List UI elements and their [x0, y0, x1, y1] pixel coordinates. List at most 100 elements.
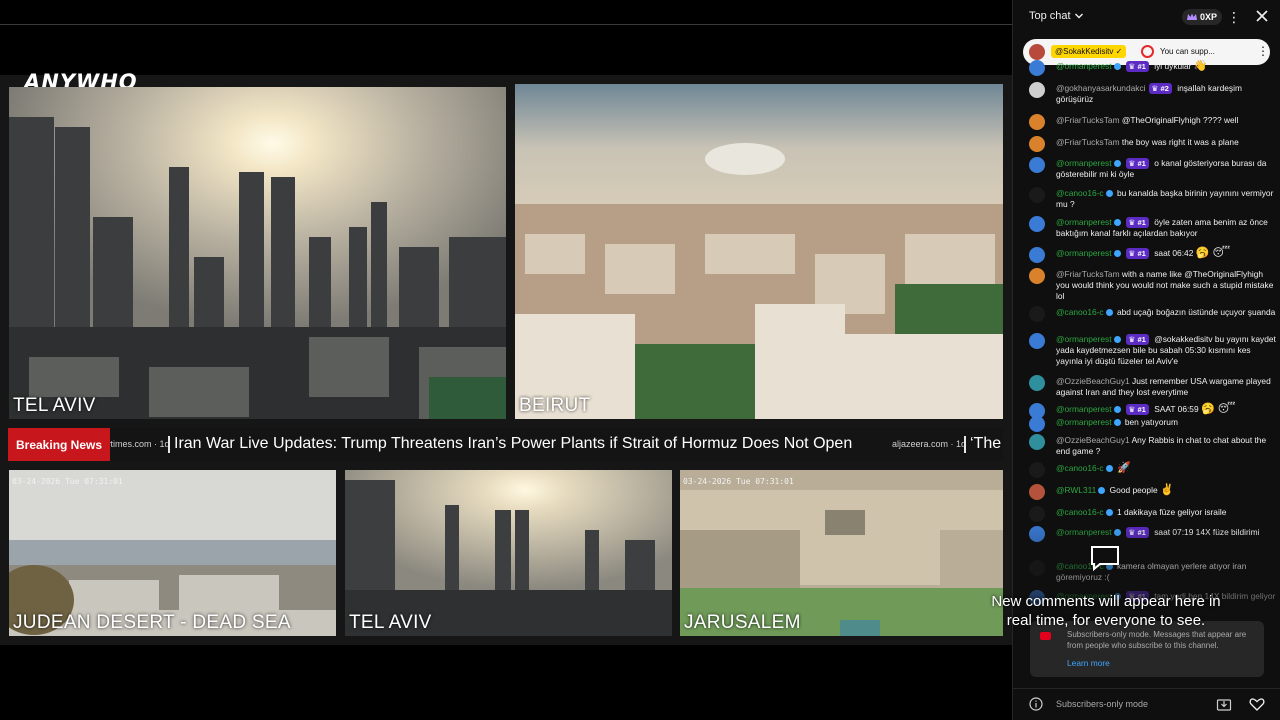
message-body: @canoo16-c 1 dakikaya füze geliyor israi… — [1056, 507, 1276, 518]
chat-input-placeholder: Subscribers-only mode — [1056, 699, 1149, 709]
member-badge-icon — [1113, 160, 1121, 168]
member-badge-icon — [1113, 336, 1121, 344]
notice-text: Subscribers-only mode. Messages that app… — [1067, 630, 1247, 650]
message-body: @canoo16-c abd uçağı boğazın üstünde uçu… — [1056, 307, 1276, 318]
avatar[interactable] — [1029, 187, 1045, 203]
chat-text: iyi uykular — [1154, 61, 1192, 71]
message-body: @ormanperest ♛ #1 SAAT 06:59 🥱 😴 — [1056, 404, 1276, 415]
close-icon[interactable] — [1253, 7, 1271, 25]
camera-feed-jerusalem: 03-24-2026 Tue 07:31:01 JARUSALEM — [680, 470, 1003, 636]
chat-username[interactable]: @FriarTucksTam — [1056, 137, 1120, 147]
download-icon[interactable] — [1216, 696, 1232, 712]
camera-location-label: BEIRUT — [519, 395, 591, 416]
youtube-icon — [1040, 632, 1051, 640]
avatar[interactable] — [1029, 375, 1045, 391]
message-body: @FriarTucksTam the boy was right it was … — [1056, 137, 1276, 148]
avatar[interactable] — [1029, 82, 1045, 98]
heart-icon[interactable] — [1249, 696, 1265, 712]
avatar[interactable] — [1029, 247, 1045, 263]
camera-location-label: JUDEAN DESERT - DEAD SEA — [13, 612, 291, 633]
chat-username[interactable]: @ormanperest — [1056, 404, 1112, 414]
emoji-icon: ✌️ — [1159, 484, 1174, 497]
avatar[interactable] — [1029, 157, 1045, 173]
chat-text: @TheOriginalFlyhigh ???? well — [1121, 115, 1239, 125]
ticker-headline[interactable]: Iran War Live Updates: Trump Threatens I… — [174, 435, 852, 453]
avatar — [1029, 44, 1045, 60]
chat-username[interactable]: @ormanperest — [1056, 248, 1112, 258]
chat-username[interactable]: @RWL311 — [1056, 485, 1096, 495]
emoji-icon: 🥱 😴 — [1195, 247, 1231, 260]
skyline-image — [9, 87, 506, 419]
avatar[interactable] — [1029, 416, 1045, 432]
chat-header: Top chat 0XP ⋮ — [1013, 0, 1280, 34]
chat-username[interactable]: @OzzieBeachGuy1 — [1056, 435, 1130, 445]
chat-footer: Subscribers-only mode — [1013, 688, 1280, 720]
pinned-text: You can supp... — [1160, 47, 1215, 56]
chat-username[interactable]: @FriarTucksTam — [1056, 269, 1120, 279]
ticker-headline[interactable]: ‘The U — [970, 435, 1003, 453]
chat-text: 1 dakikaya füze geliyor israile — [1116, 507, 1227, 517]
chat-mode-dropdown[interactable]: Top chat — [1029, 10, 1084, 22]
avatar[interactable] — [1029, 484, 1045, 500]
rank-badge: ♛ #1 — [1125, 158, 1149, 169]
new-comments-hint: New comments will appear here in real ti… — [991, 593, 1221, 629]
message-body: @ormanperest ben yatıyorum — [1056, 417, 1276, 428]
member-badge-icon — [1113, 63, 1121, 71]
chat-username[interactable]: @gokhanyasarkundakci — [1056, 83, 1146, 93]
chat-text: SAAT 06:59 — [1154, 404, 1199, 414]
avatar[interactable] — [1029, 268, 1045, 284]
avatar[interactable] — [1029, 333, 1045, 349]
ticker-source: nytimes.com · 1d — [101, 439, 170, 449]
chat-username[interactable]: @canoo16-c — [1056, 307, 1104, 317]
chat-username[interactable]: @ormanperest — [1056, 334, 1112, 344]
avatar[interactable] — [1029, 60, 1045, 76]
chat-username[interactable]: @ormanperest — [1056, 61, 1112, 71]
camera-feed-judean-desert: 03-24-2026 Tue 07:31:01 JUDEAN DESERT - … — [9, 470, 336, 636]
chat-username[interactable]: @ormanperest — [1056, 217, 1112, 227]
chat-username[interactable]: @ormanperest — [1056, 417, 1112, 427]
message-body: @OzzieBeachGuy1 Any Rabbis in chat to ch… — [1056, 435, 1276, 457]
chat-text: abd uçağı boğazın üstünde uçuyor şuanda — [1116, 307, 1276, 317]
chat-username[interactable]: @FriarTucksTam — [1056, 115, 1120, 125]
emoji-icon: 🚀 — [1116, 462, 1131, 475]
member-badge-icon — [1113, 250, 1121, 258]
chat-mode-label: Top chat — [1029, 10, 1071, 22]
avatar[interactable] — [1029, 136, 1045, 152]
chat-username[interactable]: @canoo16-c — [1056, 188, 1104, 198]
chat-username[interactable]: @canoo16-c — [1056, 507, 1104, 517]
learn-more-link[interactable]: Learn more — [1067, 658, 1110, 668]
camera-timestamp: 03-24-2026 Tue 07:31:01 — [683, 477, 794, 486]
video-player[interactable]: ANYWHO TEL AVIV BEIRUT nytimes.com · 1d … — [0, 0, 1012, 720]
chat-username[interactable]: @canoo16-c — [1056, 463, 1104, 473]
breaking-news-badge: Breaking News — [8, 428, 111, 461]
record-icon — [1141, 45, 1154, 58]
more-options-icon[interactable]: ⋮ — [1227, 8, 1241, 26]
ticker-separator — [964, 436, 966, 453]
crown-icon — [1187, 13, 1197, 20]
chat-username[interactable]: @ormanperest — [1056, 158, 1112, 168]
more-options-icon[interactable]: ⋮ — [1257, 44, 1269, 58]
info-icon[interactable] — [1029, 697, 1043, 711]
camera-feed-tel-aviv: TEL AVIV — [9, 87, 506, 419]
avatar[interactable] — [1029, 306, 1045, 322]
member-badge-icon — [1098, 487, 1106, 495]
rank-badge: ♛ #1 — [1125, 248, 1149, 259]
divider — [0, 24, 1012, 25]
message-body: @ormanperest ♛ #1 saat 06:42 🥱 😴 — [1056, 248, 1276, 259]
avatar[interactable] — [1029, 114, 1045, 130]
rank-badge: ♛ #1 — [1125, 217, 1149, 228]
member-badge-icon — [1113, 406, 1121, 414]
chat-text: Good people — [1109, 485, 1158, 495]
chat-text: saat 06:42 — [1154, 248, 1194, 258]
xp-badge[interactable]: 0XP — [1182, 9, 1223, 25]
avatar[interactable] — [1029, 434, 1045, 450]
avatar[interactable] — [1029, 462, 1045, 478]
camera-location-label: JARUSALEM — [684, 612, 801, 633]
city-image — [515, 84, 1003, 419]
camera-timestamp: 03-24-2026 Tue 07:31:01 — [12, 477, 123, 486]
rank-badge: ♛ #1 — [1125, 61, 1149, 72]
member-badge-icon — [1105, 509, 1113, 517]
avatar[interactable] — [1029, 216, 1045, 232]
pinned-username: @SokakKedisitv ✓ — [1051, 45, 1127, 58]
chat-username[interactable]: @OzzieBeachGuy1 — [1056, 376, 1130, 386]
